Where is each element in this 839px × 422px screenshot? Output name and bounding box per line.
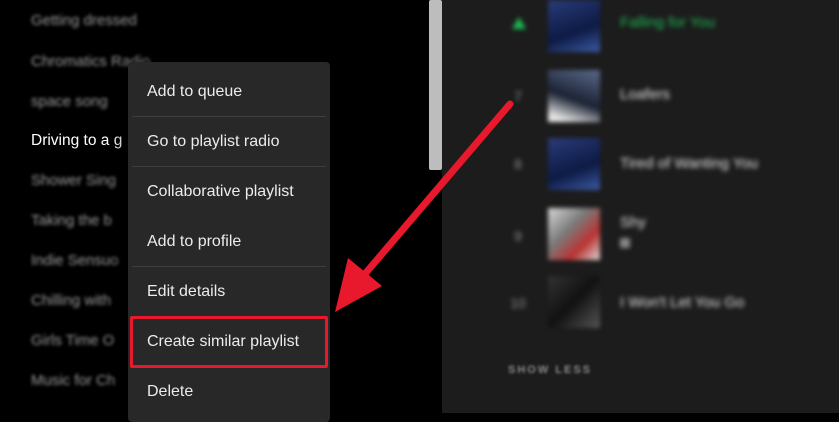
sidebar-item-girls-time[interactable]: Girls Time O: [31, 332, 114, 349]
album-art: [548, 138, 600, 190]
track-title: Loafers: [620, 86, 671, 103]
sidebar-item-music-for[interactable]: Music for Ch: [31, 372, 115, 389]
sidebar-item-getting-dressed[interactable]: Getting dressed: [31, 12, 137, 29]
menu-item-create-similar-playlist[interactable]: Create similar playlist: [128, 317, 330, 367]
menu-item-edit-details[interactable]: Edit details: [128, 267, 330, 317]
track-list: Falling for You 7 Loafers 8 Tired of Wan…: [442, 0, 839, 413]
track-number: 9: [514, 228, 522, 244]
menu-item-playlist-radio[interactable]: Go to playlist radio: [128, 117, 330, 167]
sidebar-item-shower-sing[interactable]: Shower Sing: [31, 172, 116, 189]
playlist-context-menu: Add to queue Go to playlist radio Collab…: [128, 62, 330, 422]
album-art: [548, 0, 600, 52]
show-less-button[interactable]: SHOW LESS: [508, 364, 592, 376]
track-title: Shy: [620, 214, 646, 231]
sidebar-item-space-song[interactable]: space song: [31, 93, 108, 110]
track-title: I Won't Let You Go: [620, 294, 745, 311]
playing-indicator-icon: [512, 17, 526, 29]
track-title: Falling for You: [620, 14, 716, 31]
album-art: [548, 70, 600, 122]
menu-item-add-to-queue[interactable]: Add to queue: [128, 67, 330, 117]
sidebar-item-driving[interactable]: Driving to a g: [31, 132, 122, 150]
track-title: Tired of Wanting You: [620, 155, 759, 172]
sidebar-item-indie[interactable]: Indie Sensuo: [31, 252, 119, 269]
album-art: [548, 276, 600, 328]
track-row[interactable]: 9 Shy: [442, 204, 839, 274]
menu-item-collaborative[interactable]: Collaborative playlist: [128, 167, 330, 217]
track-row[interactable]: Falling for You: [442, 0, 839, 70]
track-row[interactable]: 8 Tired of Wanting You: [442, 134, 839, 204]
explicit-badge-icon: [620, 238, 630, 248]
menu-item-add-to-profile[interactable]: Add to profile: [128, 217, 330, 267]
album-art: [548, 208, 600, 260]
menu-item-delete[interactable]: Delete: [128, 367, 330, 417]
track-row[interactable]: 7 Loafers: [442, 64, 839, 134]
track-number: 8: [514, 156, 522, 172]
track-row[interactable]: 10 I Won't Let You Go: [442, 270, 839, 340]
track-number: 7: [514, 88, 522, 104]
sidebar-item-taking-the[interactable]: Taking the b: [31, 212, 112, 229]
sidebar-scrollbar[interactable]: [429, 0, 442, 170]
sidebar-item-chilling[interactable]: Chilling with: [31, 292, 111, 309]
track-number: 10: [510, 295, 526, 311]
